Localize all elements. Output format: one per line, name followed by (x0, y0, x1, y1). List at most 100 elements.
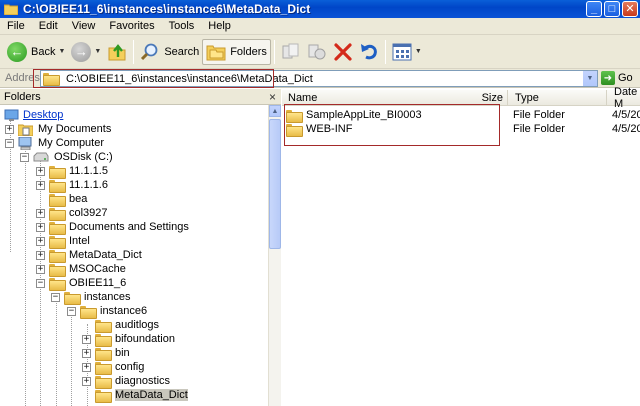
scroll-up-icon[interactable]: ▲ (269, 105, 281, 117)
tree-item-config[interactable]: + config (82, 360, 144, 375)
tree-item-label: MetaData_Dict (115, 389, 188, 401)
folder-icon (95, 333, 112, 347)
tree-item-my-computer[interactable]: − My Computer (5, 136, 104, 150)
minimize-button[interactable]: _ (586, 1, 602, 17)
tree-item-desktop[interactable]: Desktop (4, 108, 63, 122)
tree-item-my-documents[interactable]: + My Documents (5, 122, 111, 136)
expand-icon[interactable]: + (82, 334, 91, 344)
collapse-icon[interactable]: − (67, 306, 76, 316)
scrollbar-thumb[interactable] (269, 119, 281, 249)
tree-item-label: instance6 (100, 305, 148, 317)
dropdown-arrow-icon[interactable]: ▼ (415, 48, 422, 55)
folder-open-icon (95, 389, 112, 403)
expand-icon[interactable]: + (36, 208, 45, 218)
folders-scrollbar[interactable]: ▲ (268, 105, 281, 406)
expand-icon[interactable]: + (36, 166, 45, 176)
menu-file[interactable]: File (0, 20, 32, 32)
column-name[interactable]: Name (282, 90, 508, 106)
title-bar: C:\OBIEE11_6\instances\instance6\MetaDat… (0, 0, 640, 18)
my-computer-icon (18, 136, 32, 150)
tree-item-bea[interactable]: bea (36, 192, 88, 207)
delete-button[interactable] (330, 38, 356, 66)
go-button[interactable]: ➜ Go (601, 71, 633, 85)
tree-item-metadata-dict-selected[interactable]: MetaData_Dict (82, 388, 188, 403)
go-arrow-icon: ➜ (601, 71, 615, 85)
back-label: Back (31, 45, 56, 58)
tree-item-11-1-1-5[interactable]: + 11.1.1.5 (36, 164, 108, 179)
tree-item-label: bin (115, 347, 130, 359)
up-folder-button[interactable] (104, 38, 130, 66)
tree-item-instances[interactable]: − instances (51, 290, 130, 305)
list-item-date: 4/5/201 (612, 109, 640, 121)
tree-item-label: OBIEE11_6 (69, 277, 127, 289)
tree-item-obiee11-6[interactable]: − OBIEE11_6 (36, 276, 127, 291)
expand-icon[interactable]: + (82, 362, 91, 372)
tree-item-col3927[interactable]: + col3927 (36, 206, 108, 221)
tree-item-auditlogs[interactable]: auditlogs (82, 318, 160, 333)
tree-item-11-1-1-6[interactable]: + 11.1.1.6 (36, 178, 108, 193)
toolbar-separator (133, 39, 135, 64)
folder-tree: Desktop + My Documents − My Computer − O… (0, 105, 268, 406)
expand-icon[interactable]: + (82, 348, 91, 358)
expand-icon[interactable]: + (36, 264, 45, 274)
collapse-icon[interactable]: − (20, 152, 29, 162)
copy-to-button[interactable] (304, 38, 330, 66)
tree-item-bin[interactable]: + bin (82, 346, 130, 361)
maximize-button[interactable]: □ (604, 1, 620, 17)
collapse-icon[interactable]: − (5, 138, 14, 148)
folder-icon (43, 73, 60, 86)
tree-item-metadata-dict[interactable]: + MetaData_Dict (36, 248, 142, 263)
folder-icon (49, 207, 66, 221)
address-dropdown-icon[interactable]: ▼ (582, 71, 597, 86)
folder-icon (3, 3, 19, 16)
close-icon[interactable]: × (269, 90, 276, 104)
menu-view[interactable]: View (65, 20, 103, 32)
tree-item-label: auditlogs (115, 319, 160, 331)
folders-pane-header: Folders × (0, 89, 281, 105)
tree-item-documents-and-settings[interactable]: + Documents and Settings (36, 220, 189, 235)
folders-button[interactable]: Folders (202, 38, 271, 65)
tree-item-instance6[interactable]: − instance6 (67, 304, 148, 319)
expand-icon[interactable]: + (5, 124, 14, 134)
tree-item-intel[interactable]: + Intel (36, 234, 90, 249)
search-button[interactable]: Search (137, 38, 202, 66)
tree-item-label: bea (69, 193, 88, 205)
expand-icon[interactable]: + (36, 222, 45, 232)
menu-help[interactable]: Help (201, 20, 238, 32)
collapse-icon[interactable]: − (36, 278, 45, 288)
column-size[interactable]: Size (478, 90, 508, 106)
dropdown-arrow-icon[interactable]: ▼ (94, 48, 101, 55)
tree-connector (71, 311, 72, 406)
folder-icon (49, 193, 66, 207)
address-input[interactable]: C:\OBIEE11_6\instances\instance6\MetaDat… (40, 70, 598, 87)
tree-item-label: 11.1.1.5 (69, 165, 108, 177)
column-date-modified[interactable]: Date M (608, 86, 640, 110)
dropdown-arrow-icon[interactable]: ▼ (58, 48, 65, 55)
tree-item-bifoundation[interactable]: + bifoundation (82, 332, 175, 347)
menu-favorites[interactable]: Favorites (102, 20, 161, 32)
folder-icon (49, 221, 66, 235)
expand-icon[interactable]: + (36, 180, 45, 190)
menu-edit[interactable]: Edit (32, 20, 65, 32)
tree-item-diagnostics[interactable]: + diagnostics (82, 374, 170, 389)
expand-icon[interactable]: + (36, 250, 45, 260)
folders-icon (206, 45, 226, 60)
menu-tools[interactable]: Tools (162, 20, 202, 32)
tree-item-msocache[interactable]: + MSOCache (36, 262, 126, 277)
list-item[interactable]: WEB-INF File Folder 4/5/201 (286, 122, 640, 137)
column-type[interactable]: Type (509, 90, 607, 106)
views-button[interactable]: ▼ (389, 38, 425, 66)
collapse-icon[interactable]: − (51, 292, 60, 302)
close-button[interactable]: ✕ (622, 1, 638, 17)
undo-button[interactable] (356, 38, 382, 66)
expand-icon[interactable]: + (82, 376, 91, 386)
folder-icon (95, 375, 112, 389)
tree-item-label: col3927 (69, 207, 108, 219)
expand-icon[interactable]: + (36, 236, 45, 246)
move-to-button[interactable] (278, 38, 304, 66)
list-item[interactable]: SampleAppLite_BI0003 File Folder 4/5/201 (286, 108, 640, 123)
toolbar-separator (273, 39, 275, 64)
back-button[interactable]: ← Back ▼ (4, 38, 68, 66)
forward-button[interactable]: → ▼ (68, 38, 104, 66)
tree-item-osdisk[interactable]: − OSDisk (C:) (20, 150, 113, 164)
